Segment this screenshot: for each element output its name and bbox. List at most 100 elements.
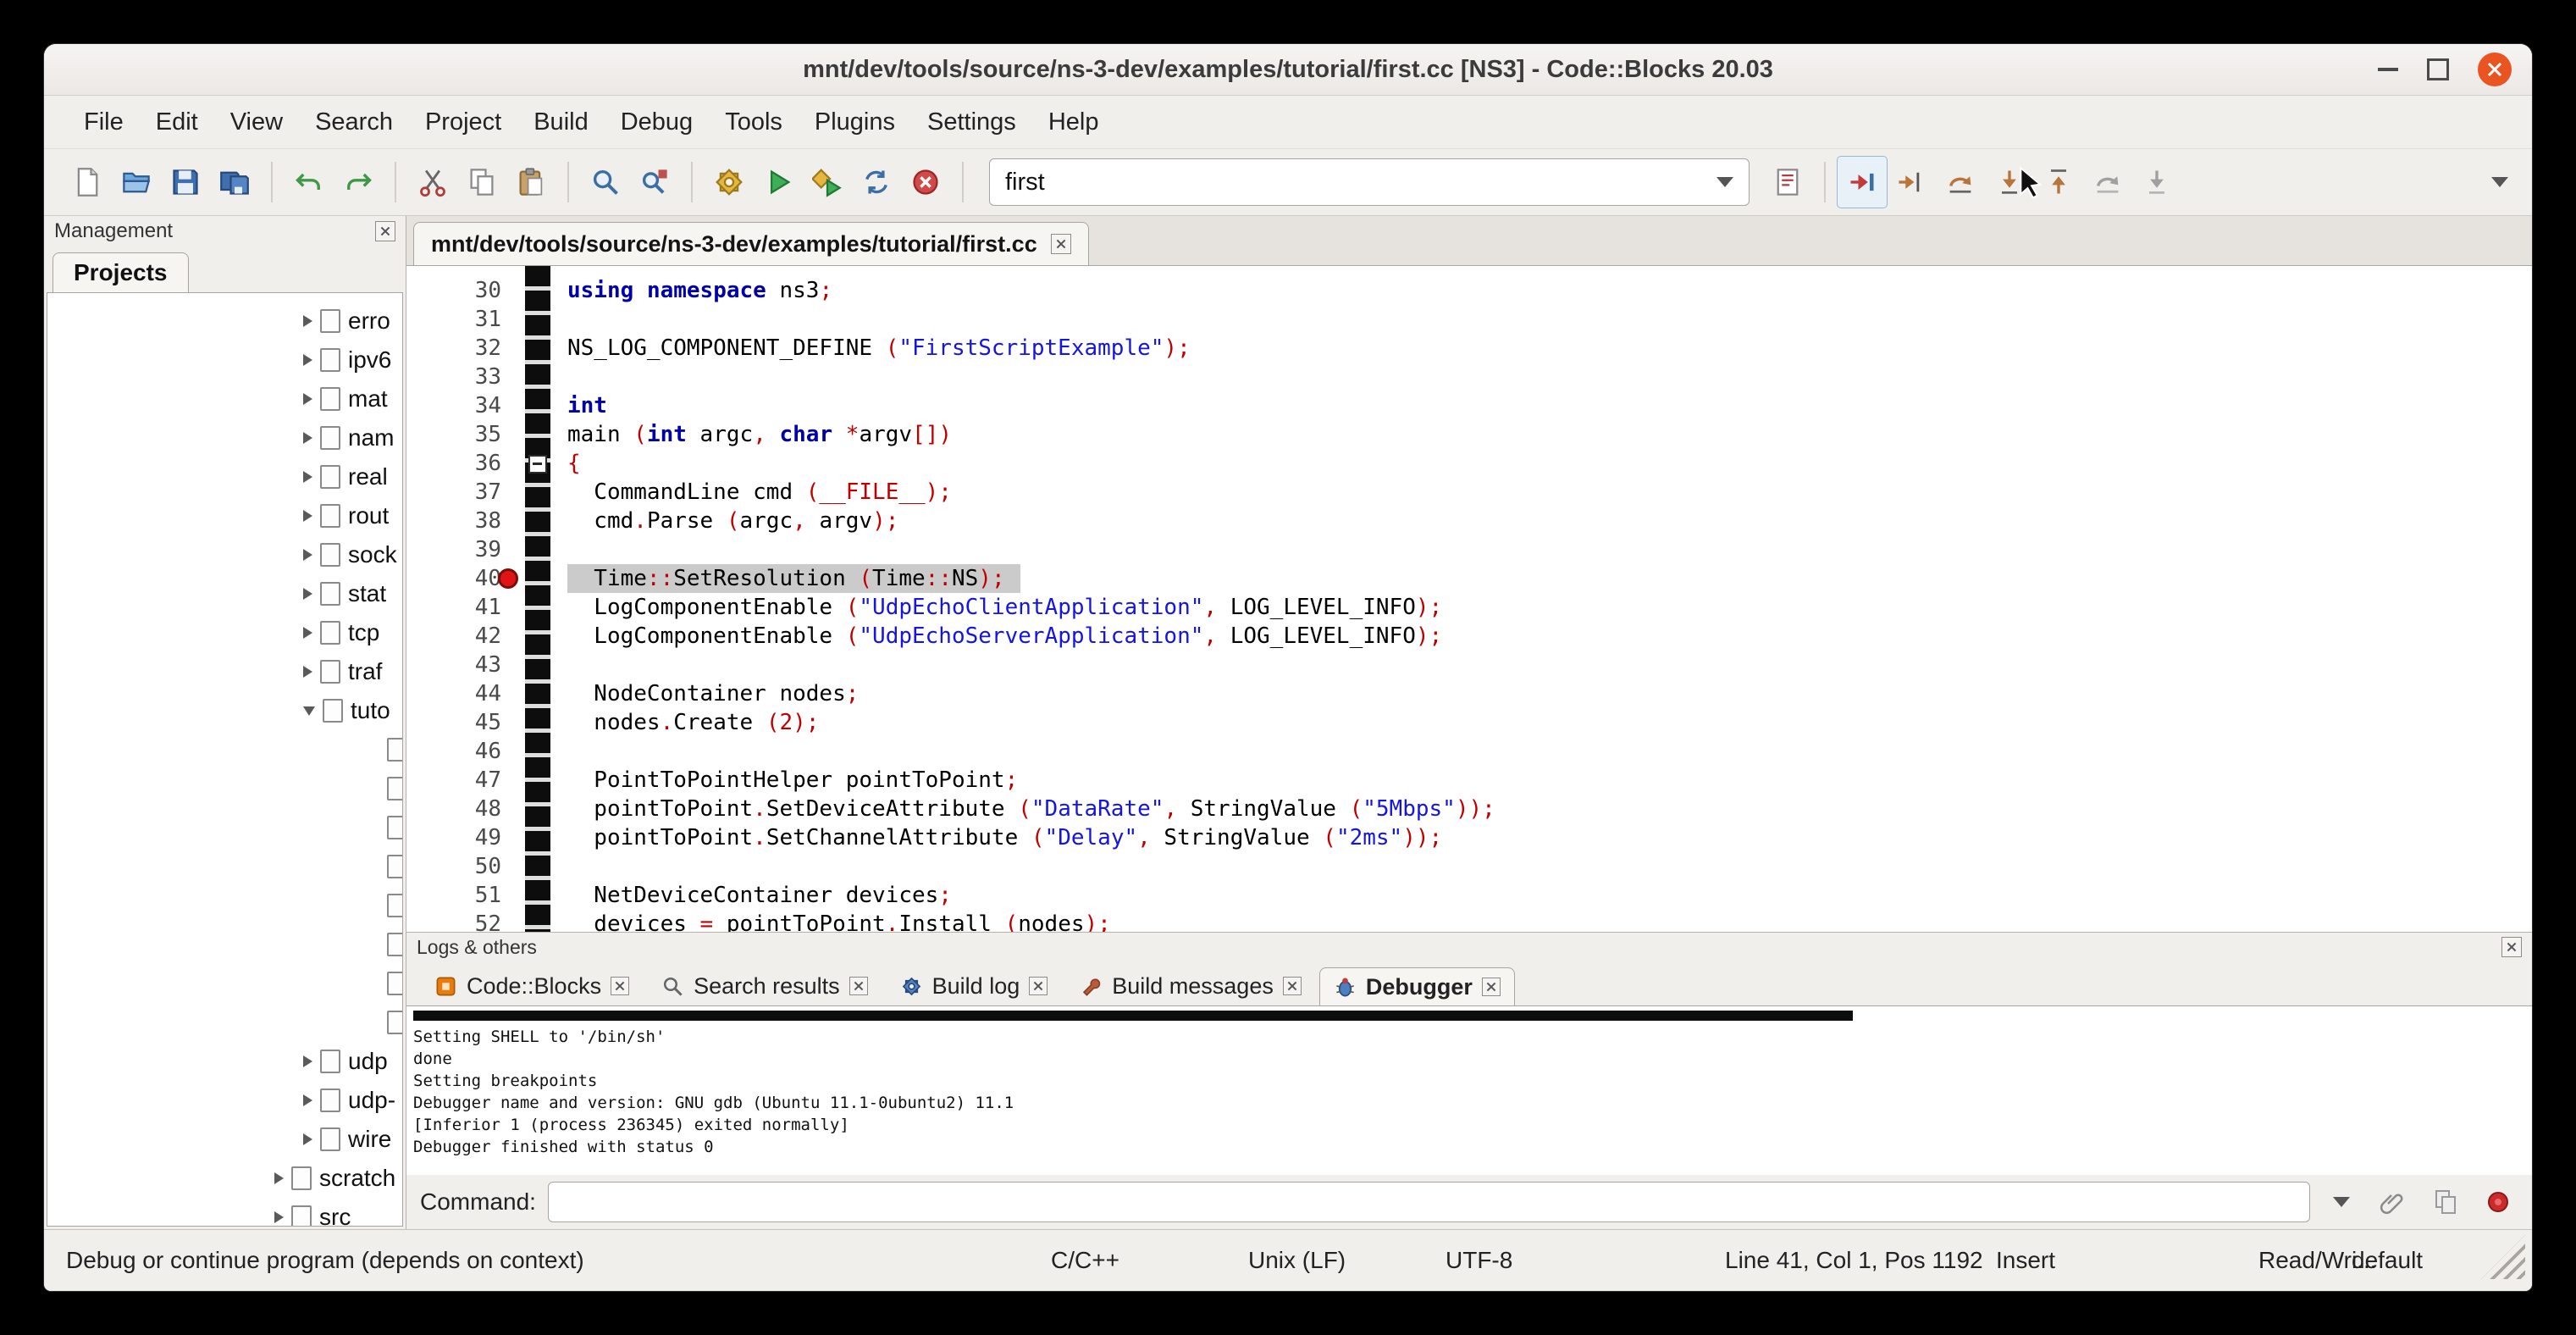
chevron-right-icon[interactable] — [303, 588, 312, 600]
cut-button[interactable] — [408, 157, 457, 208]
copy-log-button[interactable] — [2425, 1182, 2466, 1222]
code-line-36[interactable]: 36{ — [406, 449, 2532, 478]
tab-close-icon[interactable] — [611, 977, 629, 995]
tree-item-tcp[interactable]: tcp — [47, 613, 402, 652]
chevron-right-icon[interactable] — [303, 549, 312, 561]
menu-item-help[interactable]: Help — [1032, 102, 1115, 143]
next-line-button[interactable] — [1936, 157, 1985, 208]
menu-item-build[interactable]: Build — [517, 102, 605, 143]
logs-close-icon[interactable] — [2501, 937, 2522, 957]
menu-item-edit[interactable]: Edit — [140, 102, 214, 143]
tab-build-log[interactable]: Build log — [886, 967, 1063, 1005]
minimize-icon[interactable] — [2378, 68, 2398, 71]
tree-item-th[interactable]: th — [47, 1003, 402, 1042]
tab-search-results[interactable]: Search results — [647, 967, 882, 1005]
code-line-41[interactable]: 41 LogComponentEnable ("UdpEchoClientApp… — [406, 593, 2532, 622]
chevron-right-icon[interactable] — [303, 666, 312, 678]
breakpoint-icon[interactable] — [498, 568, 518, 589]
tree-item-tuto[interactable]: tuto — [47, 691, 402, 730]
chevron-right-icon[interactable] — [274, 1211, 284, 1223]
menu-item-tools[interactable]: Tools — [709, 102, 799, 143]
save-all-button[interactable] — [210, 157, 259, 208]
code-line-34[interactable]: 34int — [406, 391, 2532, 420]
build-button[interactable] — [705, 157, 754, 208]
code-editor[interactable]: 30using namespace ns3;3132NS_LOG_COMPONE… — [406, 266, 2532, 932]
editor-tab-close-icon[interactable] — [1051, 234, 1071, 254]
tree-item-real[interactable]: real — [47, 457, 402, 496]
new-file-button[interactable] — [63, 157, 112, 208]
tree-item-erro[interactable]: erro — [47, 302, 402, 341]
management-close-icon[interactable] — [375, 221, 395, 241]
tab-debugger[interactable]: Debugger — [1319, 967, 1515, 1005]
tab-close-icon[interactable] — [1029, 977, 1048, 995]
save-button[interactable] — [161, 157, 210, 208]
code-line-47[interactable]: 47 PointToPointHelper pointToPoint; — [406, 766, 2532, 795]
tab-code-blocks[interactable]: Code::Blocks — [420, 967, 644, 1005]
tree-item-mat[interactable]: mat — [47, 379, 402, 418]
resize-grip[interactable] — [2481, 1235, 2525, 1279]
code-line-37[interactable]: 37 CommandLine cmd (__FILE__); — [406, 478, 2532, 507]
stop-button[interactable] — [2478, 1182, 2518, 1222]
code-line-43[interactable]: 43 — [406, 651, 2532, 679]
tree-item-udp[interactable]: udp — [47, 1042, 402, 1081]
titlebar[interactable]: mnt/dev/tools/source/ns-3-dev/examples/t… — [44, 44, 2532, 96]
menu-item-settings[interactable]: Settings — [911, 102, 1032, 143]
code-line-31[interactable]: 31 — [406, 305, 2532, 334]
chevron-right-icon[interactable] — [303, 315, 312, 327]
tree-item-ipv6[interactable]: ipv6 — [47, 341, 402, 379]
run-button[interactable] — [754, 157, 803, 208]
chevron-right-icon[interactable] — [303, 471, 312, 483]
tree-item-udp[interactable]: udp- — [47, 1081, 402, 1120]
redo-button[interactable] — [334, 157, 383, 208]
tree-item-traf[interactable]: traf — [47, 652, 402, 691]
code-line-38[interactable]: 38 cmd.Parse (argc, argv); — [406, 507, 2532, 535]
code-line-44[interactable]: 44 NodeContainer nodes; — [406, 679, 2532, 708]
tree-item-fo[interactable]: fo — [47, 808, 402, 847]
chevron-right-icon[interactable] — [303, 510, 312, 522]
menu-item-plugins[interactable]: Plugins — [799, 102, 911, 143]
tree-item-wire[interactable]: wire — [47, 1120, 402, 1159]
menu-item-file[interactable]: File — [68, 102, 140, 143]
chevron-right-icon[interactable] — [303, 1094, 312, 1106]
chevron-right-icon[interactable] — [303, 393, 312, 405]
toolbar-overflow-chevron-icon[interactable] — [2491, 177, 2508, 187]
code-line-49[interactable]: 49 pointToPoint.SetChannelAttribute ("De… — [406, 823, 2532, 852]
attach-button[interactable] — [2373, 1182, 2413, 1222]
command-dropdown-button[interactable] — [2322, 1183, 2361, 1221]
menu-item-debug[interactable]: Debug — [605, 102, 709, 143]
tree-item-stat[interactable]: stat — [47, 574, 402, 613]
tab-close-icon[interactable] — [1283, 977, 1302, 995]
code-line-32[interactable]: 32NS_LOG_COMPONENT_DEFINE ("FirstScriptE… — [406, 334, 2532, 363]
chevron-right-icon[interactable] — [303, 1133, 312, 1145]
tree-item-fif[interactable]: fif — [47, 730, 402, 769]
find-button[interactable] — [581, 157, 630, 208]
chevron-down-icon[interactable] — [1716, 177, 1733, 187]
code-line-35[interactable]: 35main (int argc, char *argv[]) — [406, 420, 2532, 449]
code-line-30[interactable]: 30using namespace ns3; — [406, 276, 2532, 305]
run-to-cursor-button[interactable] — [1887, 157, 1936, 208]
menu-item-project[interactable]: Project — [409, 102, 517, 143]
tree-item-fir[interactable]: fir — [47, 769, 402, 808]
maximize-icon[interactable] — [2427, 58, 2449, 80]
undo-button[interactable] — [285, 157, 334, 208]
tree-item-scratch[interactable]: scratch — [47, 1159, 402, 1198]
tab-build-messages[interactable]: Build messages — [1065, 967, 1316, 1005]
code-line-45[interactable]: 45 nodes.Create (2); — [406, 708, 2532, 737]
replace-button[interactable] — [630, 157, 679, 208]
tab-close-icon[interactable] — [849, 977, 868, 995]
rebuild-button[interactable] — [852, 157, 901, 208]
menu-item-search[interactable]: Search — [299, 102, 409, 143]
tree-item-six[interactable]: six — [47, 964, 402, 1003]
tab-projects[interactable]: Projects — [53, 252, 189, 292]
chevron-down-icon[interactable] — [303, 706, 315, 716]
log-selected-row[interactable] — [413, 1011, 1853, 1021]
chevron-right-icon[interactable] — [303, 432, 312, 444]
paste-button[interactable] — [506, 157, 556, 208]
code-line-52[interactable]: 52 devices = pointToPoint.Install (nodes… — [406, 910, 2532, 932]
chevron-right-icon[interactable] — [274, 1172, 284, 1184]
code-line-48[interactable]: 48 pointToPoint.SetDeviceAttribute ("Dat… — [406, 795, 2532, 823]
tree-item-nam[interactable]: nam — [47, 418, 402, 457]
chevron-right-icon[interactable] — [303, 627, 312, 639]
editor-tab-first-cc[interactable]: mnt/dev/tools/source/ns-3-dev/examples/t… — [413, 222, 1089, 265]
fold-margin[interactable] — [525, 266, 550, 932]
